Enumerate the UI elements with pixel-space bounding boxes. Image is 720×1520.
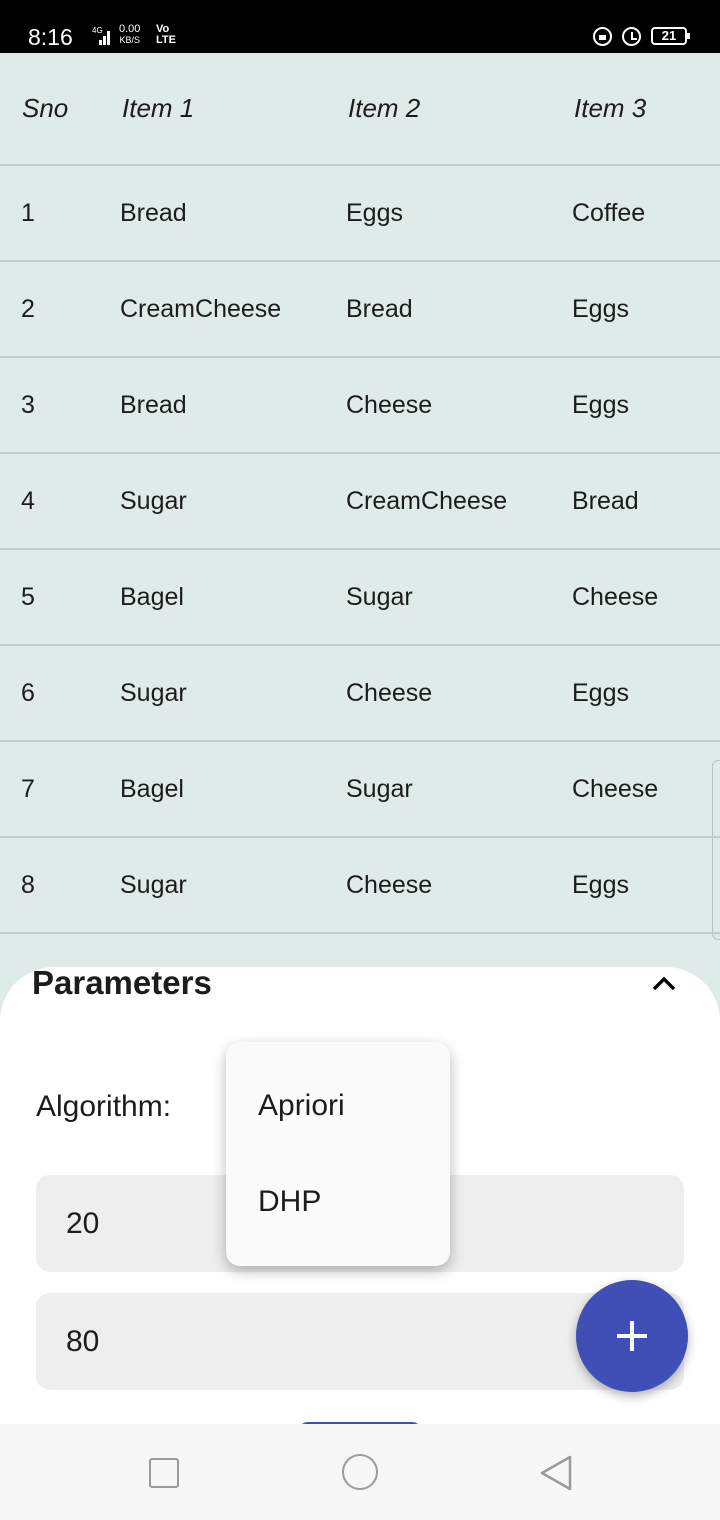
cell-sno: 2 xyxy=(21,294,35,323)
cell-sno: 6 xyxy=(21,678,35,707)
cell-item-2: Cheese xyxy=(346,870,433,899)
table-row: 6 Sugar Cheese Eggs xyxy=(0,646,720,742)
home-icon[interactable] xyxy=(342,1454,378,1490)
cell-item-1: Bread xyxy=(120,390,187,419)
cell-item-1: CreamCheese xyxy=(120,294,282,323)
transactions-table[interactable]: Sno Item 1 Item 2 Item 3 1 Bread Eggs Coffe… xyxy=(0,53,720,934)
network-speed: 0.00 KB/S xyxy=(119,24,140,46)
table-header-row: Sno Item 1 Item 2 Item 3 xyxy=(0,53,720,166)
cell-sno: 4 xyxy=(21,486,35,515)
table-row: 8 Sugar Cheese Eggs xyxy=(0,838,720,934)
cell-sno: 1 xyxy=(21,198,35,227)
parameters-title: Parameters xyxy=(32,964,212,1001)
cell-item-1: Bagel xyxy=(120,582,184,611)
column-header-item-2: Item 2 xyxy=(348,93,421,123)
algorithm-label: Algorithm: xyxy=(36,1090,172,1123)
navigation-bar xyxy=(0,1424,720,1520)
signal-icon xyxy=(99,28,111,45)
cell-item-1: Sugar xyxy=(120,870,187,899)
cell-item-1: Bagel xyxy=(120,774,184,803)
table-row: 4 Sugar CreamCheese Bread xyxy=(0,454,720,550)
table-row: 1 Bread Eggs Coffee xyxy=(0,166,720,262)
cell-sno: 8 xyxy=(21,870,35,899)
status-bar: 8:16 4G 0.00 KB/S Vo LTE 21 xyxy=(0,0,720,53)
rotation-lock-icon xyxy=(593,27,612,46)
cell-sno: 3 xyxy=(21,390,35,419)
confidence-value: 80 xyxy=(66,1324,100,1358)
network-speed-unit: KB/S xyxy=(119,35,140,45)
algorithm-dropdown-menu: Apriori DHP xyxy=(226,1042,450,1266)
battery-icon: 21 xyxy=(651,27,690,45)
add-button[interactable] xyxy=(576,1280,688,1392)
cell-item-2: Bread xyxy=(346,294,413,323)
column-header-sno: Sno xyxy=(22,93,69,123)
cell-item-2: Cheese xyxy=(346,678,433,707)
cell-item-3: Eggs xyxy=(572,390,629,419)
cell-item-3: Eggs xyxy=(572,870,629,899)
volte-bottom-label: LTE xyxy=(156,34,176,46)
column-header-item-1: Item 1 xyxy=(122,93,195,123)
cell-sno: 7 xyxy=(21,774,35,803)
cell-item-3: Bread xyxy=(572,486,639,515)
cell-item-2: Eggs xyxy=(346,198,403,227)
column-header-item-3: Item 3 xyxy=(574,93,647,123)
recent-apps-icon[interactable] xyxy=(149,1458,179,1488)
support-value: 20 xyxy=(66,1206,100,1240)
cell-item-1: Sugar xyxy=(120,678,187,707)
cell-item-1: Sugar xyxy=(120,486,187,515)
table-row: 5 Bagel Sugar Cheese xyxy=(0,550,720,646)
cell-item-3: Eggs xyxy=(572,294,629,323)
cell-sno: 5 xyxy=(21,582,35,611)
status-time: 8:16 xyxy=(28,24,73,50)
cell-item-2: CreamCheese xyxy=(346,486,508,515)
back-icon[interactable] xyxy=(538,1454,574,1492)
network-speed-value: 0.00 xyxy=(119,23,141,35)
cell-item-3: Eggs xyxy=(572,678,629,707)
table-row: 3 Bread Cheese Eggs xyxy=(0,358,720,454)
menu-item-dhp[interactable]: DHP xyxy=(258,1184,321,1220)
cell-item-2: Sugar xyxy=(346,582,413,611)
cell-item-3: Cheese xyxy=(572,582,659,611)
table-row: 7 Bagel Sugar Cheese xyxy=(0,742,720,838)
volte-indicator: Vo LTE xyxy=(156,24,176,46)
cell-item-2: Sugar xyxy=(346,774,413,803)
cell-item-3: Coffee xyxy=(572,198,646,227)
table-row: 2 CreamCheese Bread Eggs xyxy=(0,262,720,358)
cell-item-1: Bread xyxy=(120,198,187,227)
table-scrollbar[interactable] xyxy=(712,760,720,940)
chevron-up-icon[interactable] xyxy=(651,973,677,993)
plus-icon xyxy=(617,1321,647,1351)
menu-item-apriori[interactable]: Apriori xyxy=(258,1088,345,1124)
cell-item-2: Cheese xyxy=(346,390,433,419)
cell-item-3: Cheese xyxy=(572,774,659,803)
alarm-icon xyxy=(622,27,641,46)
